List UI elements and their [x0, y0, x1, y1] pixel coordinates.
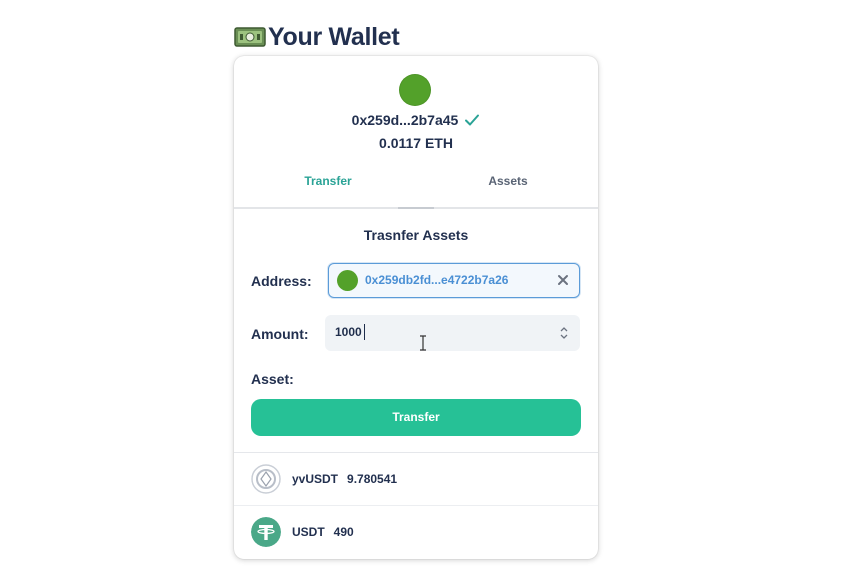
amount-input[interactable] [335, 325, 535, 339]
section-title: Trasnfer Assets [363, 227, 469, 243]
address-field[interactable]: 0x259db2fd...e4722b7a26 [328, 263, 580, 298]
amount-label: Amount: [251, 326, 309, 342]
tab-assets[interactable]: Assets [417, 174, 598, 188]
address-label: Address: [251, 273, 312, 289]
wallet-avatar [399, 74, 431, 106]
close-icon[interactable] [556, 273, 570, 287]
text-caret [364, 324, 365, 340]
asset-label: Asset: [251, 371, 294, 387]
asset-list: yvUSDT 9.780541 USDT 490 [234, 452, 598, 558]
tether-icon [251, 517, 281, 547]
page-title: Your Wallet [268, 22, 400, 51]
amount-field[interactable] [325, 315, 580, 351]
recipient-avatar [337, 270, 358, 291]
tab-transfer[interactable]: Transfer [237, 174, 419, 188]
asset-name: USDT [292, 525, 325, 539]
asset-name: yvUSDT [292, 472, 339, 486]
list-item[interactable]: yvUSDT 9.780541 [234, 453, 598, 506]
list-item[interactable]: USDT 490 [234, 506, 598, 558]
wallet-card: 0x259d...2b7a45 0.0117 ETH Transfer Asse… [234, 56, 598, 559]
tab-indicator [398, 207, 434, 209]
yearn-vault-icon [251, 464, 281, 494]
wallet-address[interactable]: 0x259d...2b7a45 [352, 112, 459, 128]
address-value: 0x259db2fd...e4722b7a26 [365, 273, 509, 287]
transfer-button[interactable]: Transfer [251, 399, 581, 436]
check-icon [465, 114, 480, 126]
text-cursor-icon [420, 335, 426, 351]
wallet-address-row: 0x259d...2b7a45 [234, 109, 598, 131]
asset-amount: 490 [333, 525, 354, 539]
wallet-balance: 0.0117 ETH [379, 135, 453, 151]
page-header: Your Wallet [234, 20, 400, 54]
stepper-icon[interactable] [560, 325, 568, 341]
asset-amount: 9.780541 [347, 472, 398, 486]
money-bill-icon [234, 27, 266, 47]
